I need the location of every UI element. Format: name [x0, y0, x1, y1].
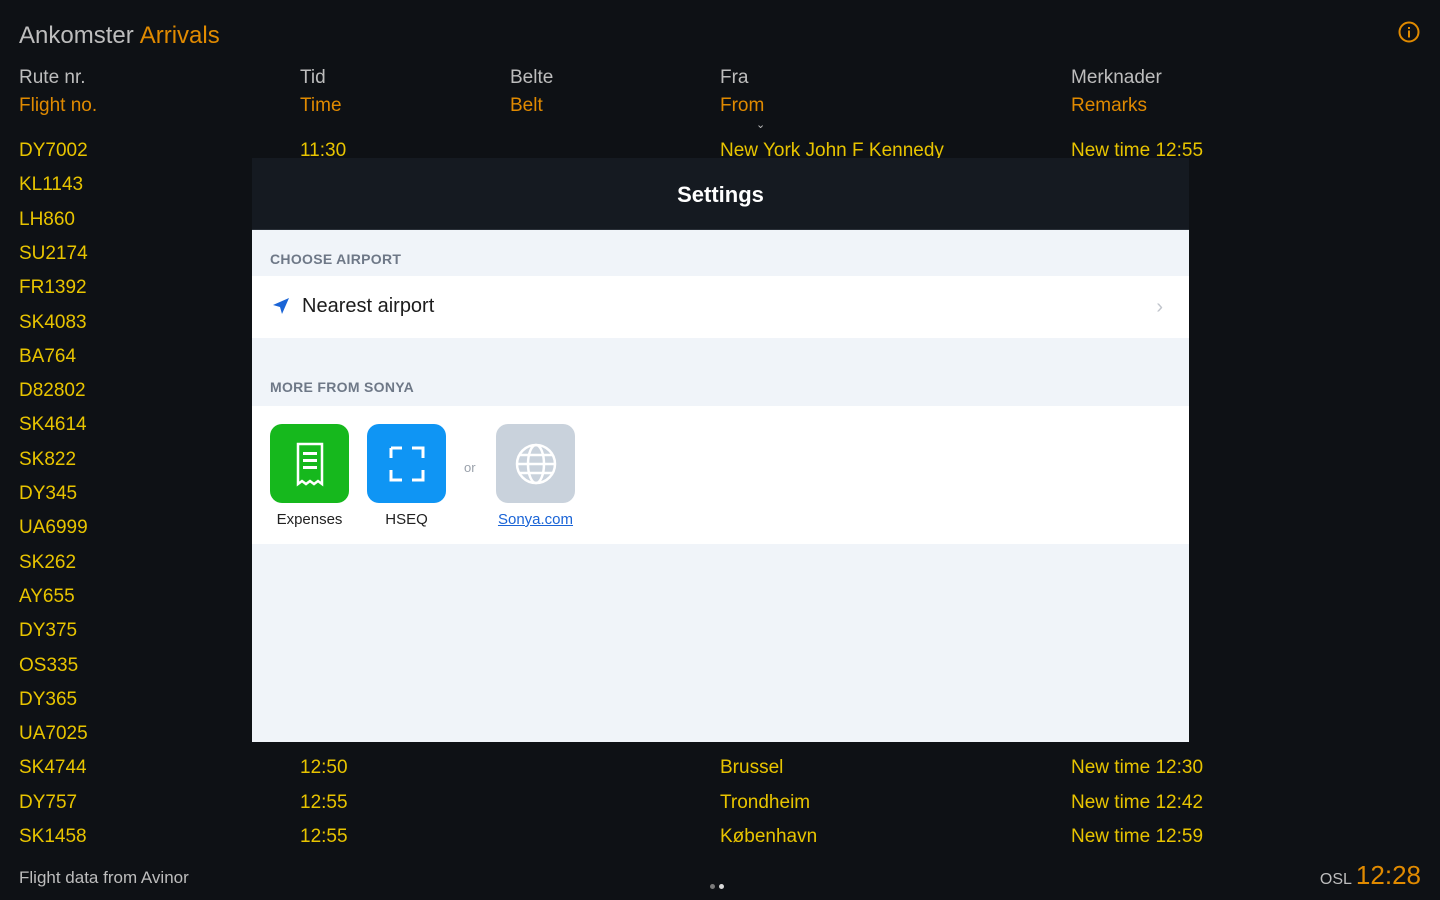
page-dot: [710, 884, 715, 889]
hseq-frame-icon: [389, 446, 424, 481]
flight-from: Trondheim: [720, 791, 811, 813]
nearest-airport-label: Nearest airport: [302, 295, 435, 317]
flight-from: Brussel: [720, 757, 784, 779]
flight-time: 12:55: [300, 826, 348, 847]
sonya-link[interactable]: Sonya.com: [496, 424, 575, 528]
hseq-app-name: HSEQ: [385, 511, 428, 528]
sonya-link-text[interactable]: Sonya.com: [496, 511, 575, 528]
flight-remarks: New time 12:59: [1071, 826, 1204, 847]
column-header-label-en: Flight no.: [19, 95, 98, 116]
clock-time: 12:28: [1355, 860, 1421, 890]
column-header-label-no: Tid: [300, 67, 326, 88]
flight-flight: SK822: [19, 448, 77, 470]
column-header-label-en: Time: [300, 95, 342, 116]
column-header-label-en: Remarks: [1071, 95, 1148, 116]
column-header-label-en: From: [720, 95, 765, 116]
column-header-label-no: Merknader: [1071, 67, 1162, 88]
column-header-flight: Rute nr. Flight no.: [19, 64, 97, 120]
flight-remarks: New time 12:42: [1071, 791, 1204, 813]
choose-airport-label: CHOOSE AIRPORT: [270, 251, 402, 267]
flight-flight: D82802: [19, 380, 86, 402]
flight-flight: OS335: [19, 654, 79, 676]
column-header-remarks: Merknader Remarks: [1071, 64, 1162, 120]
flight-row: DY757 12:55 Trondheim New time 12:42: [0, 786, 1440, 820]
expenses-app[interactable]: Expenses: [270, 424, 349, 528]
hseq-tile[interactable]: [367, 424, 446, 503]
page-indicator: [710, 876, 728, 894]
flight-flight: FR1392: [19, 277, 87, 299]
flight-flight: SK1458: [19, 826, 87, 847]
column-header-label-no: Fra: [720, 67, 749, 88]
flight-row: SK1458 12:55 København New time 12:59: [0, 820, 1440, 854]
globe-icon: [515, 443, 556, 484]
flight-flight: AY655: [19, 585, 75, 607]
more-from-label: MORE FROM SONYA: [270, 379, 414, 395]
sonya-tile[interactable]: [496, 424, 575, 503]
flight-flight: SK4614: [19, 414, 87, 436]
column-header-label-en: Belt: [510, 95, 543, 116]
flight-remarks: New time 12:30: [1071, 757, 1204, 779]
hseq-app[interactable]: HSEQ: [367, 424, 446, 528]
column-header-label-no: Belte: [510, 67, 554, 88]
flight-row: SK4744 12:50 Brussel New time 12:30: [0, 751, 1440, 785]
flight-flight: UA7025: [19, 723, 88, 745]
flight-flight: KL1143: [19, 174, 84, 196]
chevron-right-icon: ›: [1156, 296, 1163, 318]
receipt-icon: [296, 442, 323, 486]
title-norwegian: Ankomster: [19, 22, 134, 49]
column-header-belt: Belte Belt: [510, 64, 553, 120]
board-title: Ankomster Arrivals: [19, 22, 220, 50]
settings-dialog: Settings CHOOSE AIRPORT Nearest airport …: [252, 158, 1189, 742]
settings-title: Settings: [252, 158, 1189, 230]
flight-time: 12:50: [300, 757, 348, 779]
flight-flight: SU2174: [19, 242, 88, 264]
sort-caret-icon: ⌄: [756, 119, 766, 131]
flight-flight: DY7002: [19, 140, 88, 161]
column-header-time: Tid Time: [300, 64, 342, 120]
expenses-tile[interactable]: [270, 424, 349, 503]
info-icon[interactable]: [1397, 20, 1421, 44]
expenses-app-name: Expenses: [276, 511, 343, 528]
title-english: Arrivals: [139, 22, 220, 49]
data-source-note: Flight data from Avinor: [19, 868, 189, 887]
flight-flight: DY375: [19, 620, 78, 642]
flight-flight: LH860: [19, 208, 75, 230]
flight-flight: BA764: [19, 345, 77, 367]
page-dot-active: [719, 884, 724, 889]
column-header-from[interactable]: Fra From: [720, 64, 764, 120]
flight-time: 12:55: [300, 791, 348, 813]
airport-code: OSL: [1319, 871, 1352, 888]
flight-flight: SK262: [19, 551, 77, 573]
flight-flight: DY757: [19, 791, 78, 813]
flight-flight: SK4744: [19, 757, 87, 779]
flight-flight: SK4083: [19, 311, 87, 333]
location-arrow-icon: [273, 298, 289, 314]
or-separator: or: [464, 460, 476, 475]
flight-from: København: [720, 826, 818, 847]
flight-flight: DY345: [19, 483, 78, 504]
airport-clock: OSL 12:28: [1320, 860, 1421, 891]
column-header-label-no: Rute nr.: [19, 67, 86, 88]
apps-row: Expenses HSEQ or Sonya.com: [252, 406, 1189, 544]
flight-flight: DY365: [19, 688, 78, 710]
nearest-airport-row[interactable]: Nearest airport ›: [252, 276, 1189, 338]
flight-flight: UA6999: [19, 517, 88, 539]
